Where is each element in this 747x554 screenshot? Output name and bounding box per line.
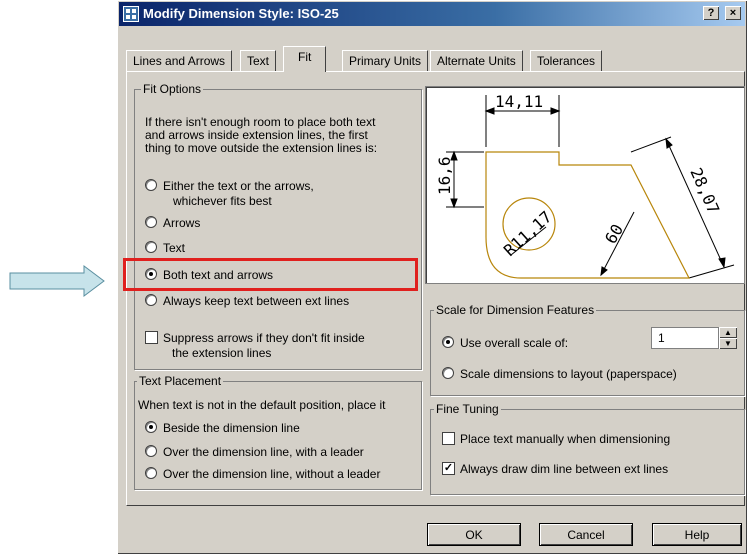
overall-scale-stepper[interactable]: ▲ ▼ [719,327,737,349]
stepper-down-icon[interactable]: ▼ [719,338,737,349]
suppress-arrows-checkbox[interactable] [145,331,158,344]
tab-alternate-units[interactable]: Alternate Units [430,50,523,71]
help-button[interactable]: Help [652,523,742,546]
tab-primary-units[interactable]: Primary Units [342,50,429,71]
suppress-label1: Suppress arrows if they don't fit inside [163,331,365,345]
radio-always-keep-label: Always keep text between ext lines [163,294,350,308]
radio-scale-to-layout[interactable] [442,367,454,379]
radio-overall-scale[interactable] [442,336,454,348]
scale-legend: Scale for Dimension Features [434,303,597,317]
help-title-button[interactable]: ? [703,6,719,20]
radio-over-with-leader-label: Over the dimension line, with a leader [163,445,364,459]
tab-fit[interactable]: Fit [283,46,327,72]
dim-angle-label: 60 [601,221,627,247]
radio-either[interactable] [145,179,157,191]
scale-to-layout-label: Scale dimensions to layout (paperspace) [460,367,677,381]
radio-always-keep[interactable] [145,294,157,306]
fit-desc-line1: If there isn't enough room to place both… [145,115,376,129]
fine-tuning-legend: Fine Tuning [434,402,501,416]
preview-pane: 14,11 16,6 28,07 60 R11,17 [425,86,745,284]
radio-over-without-leader[interactable] [145,467,157,479]
dim-right-label: 28,07 [686,165,723,217]
radio-over-without-leader-label: Over the dimension line, without a leade… [163,467,381,481]
tab-text[interactable]: Text [240,50,277,71]
tab-lines-and-arrows[interactable]: Lines and Arrows [126,50,233,71]
dim-left-label: 16,6 [435,156,454,195]
text-placement-legend: Text Placement [137,374,224,388]
dim-radius-label: R11,17 [500,207,556,260]
cancel-button[interactable]: Cancel [539,523,633,546]
overall-scale-label: Use overall scale of: [460,336,569,350]
fit-desc-line2: and arrows inside extension lines, the f… [145,128,368,142]
always-draw-checkbox[interactable]: ✓ [442,462,455,475]
radio-either-label2: whichever fits best [173,194,272,208]
text-placement-desc: When text is not in the default position… [138,398,386,412]
radio-over-with-leader[interactable] [145,445,157,457]
app-icon [123,6,139,22]
pointer-arrow-icon [9,265,105,297]
stepper-up-icon[interactable]: ▲ [719,327,737,338]
always-draw-label: Always draw dim line between ext lines [460,462,669,476]
place-manually-label: Place text manually when dimensioning [460,432,671,446]
radio-arrows[interactable] [145,216,157,228]
overall-scale-input[interactable]: 1 [651,327,719,349]
ok-button[interactable]: OK [427,523,521,546]
title-bar: Modify Dimension Style: ISO-25 ? × [119,2,745,26]
radio-beside[interactable] [145,421,157,433]
radio-either-label: Either the text or the arrows, [163,179,314,193]
radio-text-label: Text [163,241,186,255]
fit-desc-line3: thing to move outside the extension line… [145,141,378,155]
suppress-label2: the extension lines [172,346,272,360]
scale-group: Scale for Dimension Features [430,303,745,396]
dim-top-label: 14,11 [495,92,543,111]
radio-arrows-label: Arrows [163,216,201,230]
radio-text[interactable] [145,241,157,253]
radio-beside-label: Beside the dimension line [163,421,300,435]
tab-tolerances[interactable]: Tolerances [530,50,603,71]
fit-options-legend: Fit Options [141,82,204,96]
highlight-box [123,258,418,291]
preview-drawing: 14,11 16,6 28,07 60 R11,17 [435,92,735,279]
fine-tuning-group: Fine Tuning [430,402,745,495]
window-title: Modify Dimension Style: ISO-25 [143,6,339,21]
close-button[interactable]: × [725,6,741,20]
place-manually-checkbox[interactable] [442,432,455,445]
